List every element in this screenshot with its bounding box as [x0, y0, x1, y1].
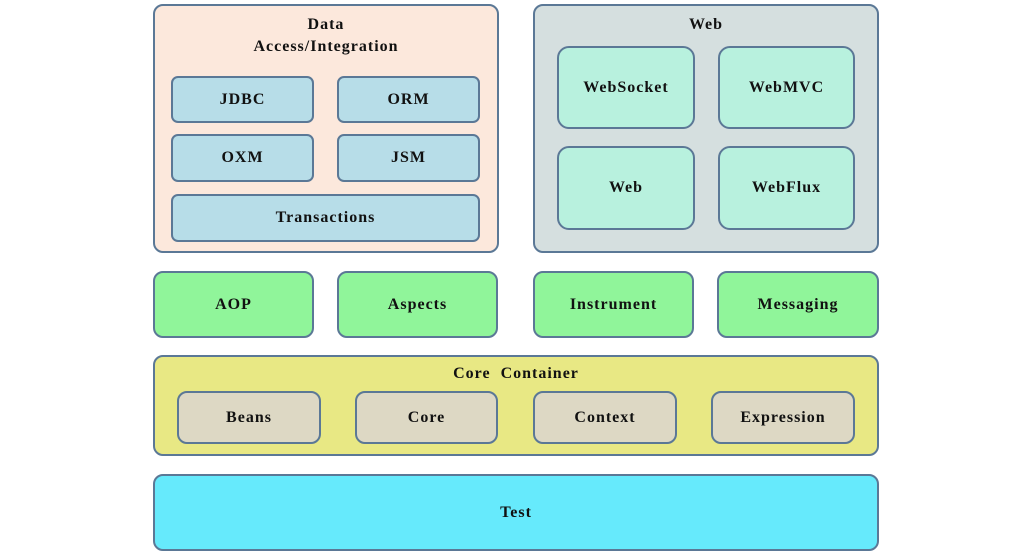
- module-orm: ORM: [337, 76, 480, 123]
- module-aspects: Aspects: [337, 271, 498, 338]
- module-websocket: WebSocket: [557, 46, 695, 129]
- module-transactions: Transactions: [171, 194, 480, 242]
- module-instrument: Instrument: [533, 271, 694, 338]
- module-web: Web: [557, 146, 695, 230]
- module-messaging: Messaging: [717, 271, 879, 338]
- module-core: Core: [355, 391, 498, 444]
- module-test: Test: [153, 474, 879, 551]
- module-oxm: OXM: [171, 134, 314, 182]
- module-beans: Beans: [177, 391, 321, 444]
- module-webmvc: WebMVC: [718, 46, 855, 129]
- module-webflux: WebFlux: [718, 146, 855, 230]
- module-jms: JSM: [337, 134, 480, 182]
- module-expression: Expression: [711, 391, 855, 444]
- group-title: Core Container: [453, 365, 579, 382]
- module-context: Context: [533, 391, 677, 444]
- module-aop: AOP: [153, 271, 314, 338]
- group-title: Data: [307, 16, 345, 33]
- group-title: Web: [688, 16, 724, 33]
- group-title: Access/Integration: [253, 38, 399, 55]
- module-jdbc: JDBC: [171, 76, 314, 123]
